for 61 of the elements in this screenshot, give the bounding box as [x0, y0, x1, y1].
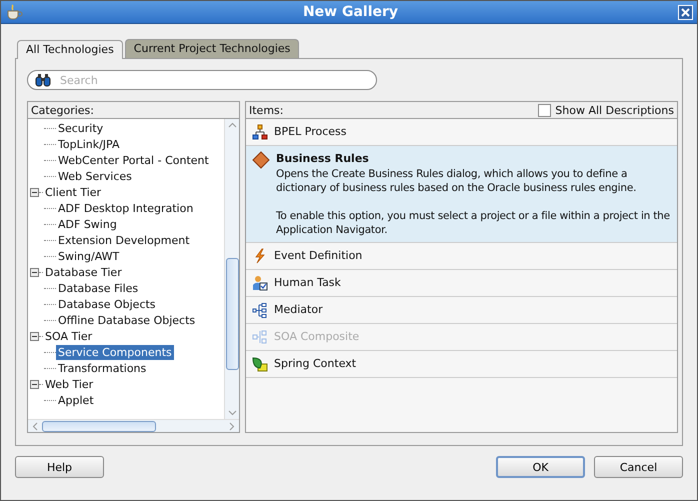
checkbox[interactable] — [538, 104, 552, 116]
cancel-button[interactable]: Cancel — [594, 456, 683, 478]
tree-item[interactable]: SOA Tier — [43, 328, 94, 344]
categories-label: Categories: — [31, 104, 94, 116]
hierarchy-icon — [252, 124, 268, 140]
tree-item[interactable]: Database Objects — [56, 296, 158, 312]
tree-item[interactable]: Database Files — [56, 280, 140, 296]
gallery-item[interactable]: Spring Context — [246, 351, 677, 378]
fan-out-icon — [252, 302, 268, 318]
gallery-item[interactable]: Human Task — [246, 270, 677, 297]
help-button[interactable]: Help — [15, 456, 104, 478]
tree-item[interactable]: WebCenter Portal - Content — [56, 152, 211, 168]
tree-item[interactable]: Web Services — [56, 168, 134, 184]
collapse-icon[interactable] — [30, 188, 39, 196]
tree-item[interactable]: Offline Database Objects — [56, 312, 198, 328]
item-name: Business Rules — [276, 151, 370, 167]
tree-item[interactable]: Transformations — [56, 360, 148, 376]
close-button[interactable] — [678, 4, 693, 20]
window-title: New Gallery — [302, 4, 400, 20]
diamond-icon — [252, 151, 270, 169]
tree-item[interactable]: Service Components — [56, 344, 174, 360]
tree-item[interactable]: Web Tier — [43, 376, 96, 392]
collapse-icon[interactable] — [30, 332, 39, 340]
tree-item[interactable]: Applet — [56, 392, 96, 408]
collapse-icon[interactable] — [30, 268, 39, 276]
item-name: Mediator — [274, 302, 323, 318]
binoculars-icon — [35, 73, 51, 87]
horizontal-scrollbar[interactable] — [28, 419, 239, 432]
tree-item[interactable]: Database Tier — [43, 264, 124, 280]
tree-item[interactable]: Security — [56, 120, 106, 136]
tree-item[interactable]: Extension Development — [56, 232, 192, 248]
tree-item[interactable]: TopLink/JPA — [56, 136, 122, 152]
close-icon — [681, 8, 690, 16]
item-name: BPEL Process — [274, 124, 346, 140]
item-name: Event Definition — [274, 248, 362, 264]
gallery-item[interactable]: Event Definition — [246, 243, 677, 270]
tree-item[interactable]: Swing/AWT — [56, 248, 122, 264]
leaf-icon — [252, 356, 268, 372]
scroll-thumb[interactable] — [226, 258, 238, 370]
components-icon — [252, 329, 268, 345]
tree-item[interactable]: Client Tier — [43, 184, 104, 200]
checkbox-label[interactable]: Show All Descriptions — [555, 104, 674, 116]
item-name: Human Task — [274, 275, 341, 291]
tree-item[interactable]: ADF Desktop Integration — [56, 200, 196, 216]
gallery-item[interactable] — [246, 146, 677, 243]
ok-button[interactable]: OK — [496, 456, 585, 478]
search-field[interactable]: Search — [27, 70, 377, 90]
collapse-icon[interactable] — [30, 380, 39, 388]
scroll-thumb[interactable] — [42, 420, 156, 432]
item-description: Opens the Create Business Rules dialog, which allows you to define a dictionary of business rules based on the Oracle business rules engine. — [276, 167, 638, 195]
tree-item[interactable]: ADF Swing — [56, 216, 119, 232]
gallery-item[interactable]: Mediator — [246, 297, 677, 324]
coffee-cup-icon — [5, 4, 23, 20]
person-task-icon — [252, 275, 268, 291]
item-name: Spring Context — [274, 356, 356, 372]
tab[interactable]: Current Project Technologies — [124, 39, 300, 58]
tab[interactable]: All Technologies — [17, 40, 123, 59]
item-description: To enable this option, you must select a project or a file within a project in the Application Navigator. — [276, 209, 671, 237]
items-label: Items: — [249, 104, 284, 116]
item-name: SOA Composite — [274, 329, 360, 345]
vertical-scrollbar[interactable] — [224, 119, 239, 419]
